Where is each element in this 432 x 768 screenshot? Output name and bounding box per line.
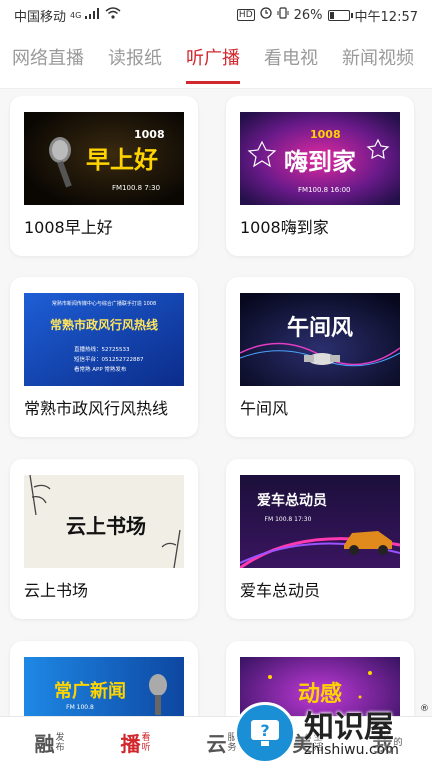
svg-text:?: ? (260, 721, 269, 740)
thumb-line: 短信平台：051252722887 (74, 355, 144, 363)
tab-news-video[interactable]: 新闻视频 (342, 30, 414, 88)
tab-radio[interactable]: 听广播 (186, 30, 240, 88)
program-title: 1008早上好 (24, 218, 113, 237)
channel-tabs: 网络直播 读报纸 听广播 看电视 新闻视频 (0, 30, 432, 88)
clock: 中午12:57 (354, 9, 418, 25)
thumb-title: 常广新闻 (54, 680, 126, 702)
nav-broadcast[interactable]: 播 看听 (94, 728, 180, 757)
program-title: 爱车总动员 (240, 581, 321, 600)
program-title: 1008嗨到家 (240, 218, 329, 237)
nav-cloud-label: 云 (206, 732, 227, 756)
nav-broadcast-label: 播 (120, 732, 141, 756)
thumb-sub: FM100.8 16:00 (298, 186, 351, 194)
thumb-line: 看常熟 APP 常熟发布 (74, 365, 127, 373)
program-title: 云上书场 (24, 581, 89, 600)
watermark: ? 知识屋 ® zhishiwu.com (232, 700, 432, 768)
program-thumbnail: 早上好 1008 FM100.8 7:30 (24, 112, 184, 205)
tab-tv[interactable]: 看电视 (264, 30, 318, 88)
program-card[interactable]: 嗨到家 1008 FM100.8 16:00 1008嗨到家 (226, 96, 414, 256)
wifi-icon (105, 7, 121, 23)
watermark-registered: ® (420, 704, 429, 714)
watermark-url: zhishiwu.com (304, 742, 399, 758)
tab-live[interactable]: 网络直播 (12, 30, 84, 88)
program-card[interactable]: 常广新闻 FM 100.8 (10, 641, 198, 716)
thumb-badge: 1008 (310, 128, 341, 141)
program-card[interactable]: 云上书场 云上书场 (10, 459, 198, 619)
watermark-logo: ? (234, 702, 296, 764)
program-card[interactable]: 常熟市新闻传媒中心与综合广播联手打造 1008 常熟市政风行风热线 直播热线：5… (10, 277, 198, 437)
thumb-title: 午间风 (287, 315, 353, 341)
program-thumbnail: 午间风 (240, 293, 400, 386)
hd-badge: HD (236, 9, 255, 21)
thumb-title: 云上书场 (66, 514, 146, 538)
tabs-divider (0, 88, 432, 89)
thumb-title: 常熟市政风行风热线 (50, 317, 158, 332)
tab-newspaper[interactable]: 读报纸 (108, 30, 162, 88)
program-thumbnail: 常熟市新闻传媒中心与综合广播联手打造 1008 常熟市政风行风热线 直播热线：5… (24, 293, 184, 386)
thumb-title: 早上好 (86, 146, 158, 174)
thumb-sub: FM 100.8 17:30 (265, 516, 312, 523)
thumb-title: 爱车总动员 (257, 492, 327, 509)
program-grid: 早上好 1008 FM100.8 7:30 1008早上好 嗨到家 1008 F… (0, 96, 432, 716)
nav-publish-label: 融 (34, 732, 55, 756)
battery-icon (327, 9, 353, 21)
program-thumbnail: 常广新闻 FM 100.8 (24, 657, 184, 716)
program-thumbnail: 云上书场 (24, 475, 184, 568)
nav-publish-sub: 发布 (55, 732, 65, 753)
nav-broadcast-sub: 看听 (141, 732, 151, 753)
program-thumbnail: 爱车总动员 FM 100.8 17:30 (240, 475, 400, 568)
monitor-icon: ? (251, 720, 279, 746)
alarm-icon (259, 7, 272, 23)
program-card[interactable]: 爱车总动员 FM 100.8 17:30 爱车总动员 (226, 459, 414, 619)
nav-publish[interactable]: 融 发布 (8, 728, 94, 757)
network-label: 4G (70, 10, 82, 20)
status-bar: 中国移动 4G HD 26% 中午12:57 (0, 0, 432, 30)
thumb-badge: 1008 (134, 128, 165, 141)
program-title: 午间风 (240, 399, 289, 418)
thumb-sub: FM100.8 7:30 (112, 184, 160, 192)
watermark-title: 知识屋 (304, 710, 394, 745)
battery-percent: 26% (293, 7, 323, 23)
thumb-header: 常熟市新闻传媒中心与综合广播联手打造 1008 (52, 300, 156, 307)
program-title: 常熟市政风行风热线 (24, 399, 169, 418)
carrier-label: 中国移动 (14, 9, 67, 25)
thumb-sub: FM 100.8 (66, 704, 94, 711)
thumb-line: 直播热线：52725533 (74, 345, 130, 353)
program-card[interactable]: 早上好 1008 FM100.8 7:30 1008早上好 (10, 96, 198, 256)
program-card[interactable]: 午间风 午间风 (226, 277, 414, 437)
program-thumbnail: 嗨到家 1008 FM100.8 16:00 (240, 112, 400, 205)
vibrate-icon (277, 7, 289, 23)
signal-icon (85, 7, 101, 23)
thumb-title: 嗨到家 (284, 148, 356, 176)
